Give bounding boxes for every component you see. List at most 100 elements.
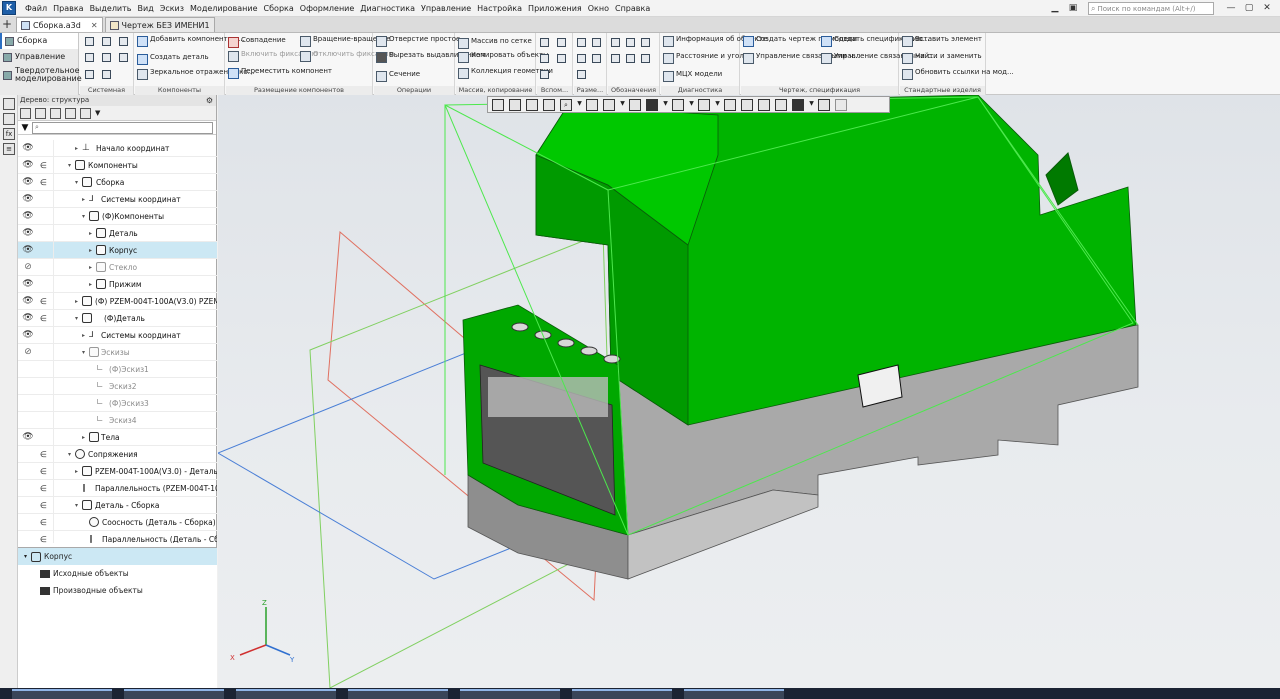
- menu-view[interactable]: Вид: [135, 4, 157, 13]
- search-zoom-icon[interactable]: ⌕: [560, 98, 572, 111]
- menu-diagnostics[interactable]: Диагностика: [357, 4, 418, 13]
- section-button[interactable]: Сечение: [376, 71, 420, 82]
- transparency-icon[interactable]: [775, 98, 787, 111]
- include-icon[interactable]: ∈: [40, 535, 48, 544]
- axis-icon[interactable]: [557, 38, 566, 47]
- open-doc-icon[interactable]: [102, 37, 111, 46]
- expand-arrow-icon[interactable]: ▸: [75, 145, 78, 152]
- close-icon[interactable]: ✕: [1260, 2, 1274, 15]
- redo-icon[interactable]: [102, 70, 111, 79]
- hidden-eye-icon[interactable]: ⊘: [22, 262, 34, 272]
- tolerance-icon[interactable]: [611, 54, 620, 63]
- collapse-arrow-icon[interactable]: ▾: [68, 162, 71, 169]
- 3d-viewport[interactable]: Z X Y ⌕ ▼ ▼ ▼ ▼ ▼ ▼: [218, 95, 1280, 688]
- visibility-eye-icon[interactable]: 👁: [22, 296, 34, 306]
- menu-edit[interactable]: Правка: [50, 4, 86, 13]
- chevron-down-icon[interactable]: ▼: [689, 99, 694, 111]
- layers-icon[interactable]: ≡: [3, 143, 15, 155]
- insert-element-button[interactable]: Вставить элемент: [902, 36, 982, 47]
- tree-row-part-csys[interactable]: 👁 ▸ ⅃ Системы координат: [18, 327, 217, 344]
- collapse-arrow-icon[interactable]: ▾: [82, 349, 85, 356]
- visibility-eye-icon[interactable]: 👁: [22, 143, 34, 153]
- auto-dim-icon[interactable]: [577, 70, 586, 79]
- mode-management[interactable]: Управление: [0, 49, 78, 65]
- tree-row-glass[interactable]: ⊘ ▸ Стекло: [18, 259, 217, 276]
- menu-file[interactable]: Файл: [22, 4, 50, 13]
- tree-row-components[interactable]: 👁 ∈ ▾ Компоненты: [18, 157, 217, 174]
- find-replace-button[interactable]: Найти и заменить: [902, 53, 982, 64]
- chevron-down-icon[interactable]: ▼: [577, 99, 582, 111]
- shaded-display-icon[interactable]: [646, 98, 658, 111]
- mark-icon[interactable]: [641, 54, 650, 63]
- collapse-arrow-icon[interactable]: ▾: [75, 502, 78, 509]
- tab-assembly[interactable]: Сборка.a3d ✕: [16, 17, 103, 32]
- expand-arrow-icon[interactable]: ▸: [75, 468, 78, 475]
- menu-help[interactable]: Справка: [612, 4, 653, 13]
- visibility-eye-icon[interactable]: 👁: [22, 313, 34, 323]
- mode-assembly[interactable]: Сборка: [0, 33, 78, 49]
- chevron-down-icon[interactable]: ▼: [95, 109, 100, 117]
- tree-row-mate-pzem[interactable]: ∈ ▸ PZEM-004T-100A(V3.0) - Деталь: [18, 463, 217, 480]
- tree-row-origin[interactable]: 👁 ▸ ⊥ Начало координат: [18, 140, 217, 157]
- source-objects-row[interactable]: Исходные объекты: [18, 565, 217, 582]
- plane-icon[interactable]: [540, 38, 549, 47]
- taskbar-app-3[interactable]: [236, 689, 336, 699]
- visibility-eye-icon[interactable]: 👁: [22, 194, 34, 204]
- group-icon[interactable]: [65, 107, 76, 119]
- rotate-view-icon[interactable]: [586, 98, 598, 111]
- collapse-arrow-icon[interactable]: ▾: [82, 213, 85, 220]
- select-mode-icon[interactable]: [818, 98, 830, 111]
- tree-row-sketch3[interactable]: ∟ (Ф)Эскиз3: [18, 395, 217, 412]
- properties-panel-icon[interactable]: [3, 98, 15, 110]
- view-options-icon[interactable]: [80, 107, 91, 119]
- model-canvas[interactable]: Z X Y: [218, 95, 1280, 688]
- base-icon[interactable]: [641, 38, 650, 47]
- add-component-button[interactable]: Добавить компонент из...: [137, 36, 245, 47]
- tree-row-subcomponents[interactable]: 👁 ▾ (Ф)Компоненты: [18, 208, 217, 225]
- line-icon[interactable]: [540, 70, 549, 79]
- linear-dim-icon[interactable]: [577, 38, 586, 47]
- minimize-doc-icon[interactable]: ▁: [1048, 2, 1062, 15]
- tree-row-mates[interactable]: ∈ ▾ Сопряжения: [18, 446, 217, 463]
- tree-row-parallel-2[interactable]: ∈ ∥ Параллельность (Деталь - Сб...: [18, 531, 217, 543]
- menu-assembly[interactable]: Сборка: [261, 4, 297, 13]
- expand-arrow-icon[interactable]: ▸: [75, 298, 78, 305]
- menu-management[interactable]: Управление: [418, 4, 474, 13]
- print-icon[interactable]: [85, 53, 94, 62]
- tree-row-sketch2[interactable]: ∟ Эскиз2: [18, 378, 217, 395]
- tree-row-sketches[interactable]: ⊘ ▾ Эскизы: [18, 344, 217, 361]
- selection-filter-icon[interactable]: [792, 98, 804, 111]
- collapse-arrow-icon[interactable]: ▾: [68, 451, 71, 458]
- include-icon[interactable]: ∈: [40, 314, 48, 323]
- expand-arrow-icon[interactable]: ▸: [89, 264, 92, 271]
- hide-others-icon[interactable]: [741, 98, 753, 111]
- restore-doc-icon[interactable]: ▣: [1066, 2, 1080, 15]
- include-icon[interactable]: ∈: [40, 484, 48, 493]
- include-icon[interactable]: ∈: [40, 467, 48, 476]
- camera-icon[interactable]: [698, 98, 710, 111]
- include-icon[interactable]: ∈: [40, 450, 48, 459]
- menu-window[interactable]: Окно: [585, 4, 612, 13]
- expand-arrow-icon[interactable]: ▸: [89, 230, 92, 237]
- create-part-button[interactable]: Создать деталь: [137, 54, 209, 65]
- csys-icon[interactable]: [557, 54, 566, 63]
- update-links-button[interactable]: Обновить ссылки на мод...: [902, 69, 1014, 80]
- tree-row-mate-part-assembly[interactable]: ∈ ▾ Деталь - Сборка: [18, 497, 217, 514]
- tree-row-bodies[interactable]: 👁 ▸ Тела: [18, 429, 217, 446]
- expand-arrow-icon[interactable]: ▸: [89, 247, 92, 254]
- visibility-eye-icon[interactable]: 👁: [22, 177, 34, 187]
- hidden-eye-icon[interactable]: ⊘: [22, 347, 34, 357]
- visibility-filter-icon[interactable]: [672, 98, 684, 111]
- sort-icon[interactable]: [50, 107, 61, 119]
- visibility-eye-icon[interactable]: 👁: [22, 211, 34, 221]
- command-search-input[interactable]: ⌕ Поиск по командам (Alt+/): [1088, 2, 1214, 15]
- save-doc-icon[interactable]: [119, 37, 128, 46]
- weld-icon[interactable]: [626, 54, 635, 63]
- tab-close-icon[interactable]: ✕: [91, 21, 98, 30]
- taskbar-app-1[interactable]: [12, 689, 112, 699]
- new-tab-button[interactable]: +: [0, 17, 14, 32]
- tree-row-coaxial[interactable]: ∈ Соосность (Деталь - Сборка): [18, 514, 217, 531]
- orientation-icon[interactable]: [603, 98, 615, 111]
- visibility-eye-icon[interactable]: 👁: [22, 228, 34, 238]
- menu-select[interactable]: Выделить: [87, 4, 135, 13]
